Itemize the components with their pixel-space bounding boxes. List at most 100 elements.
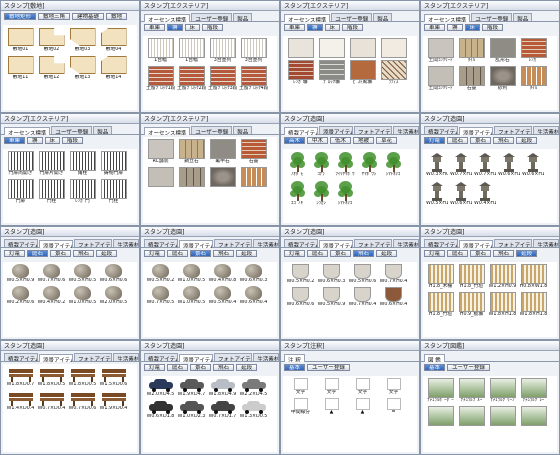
stamp-item[interactable]: 敷地04 xyxy=(99,27,128,53)
stamp-item[interactable]: W1.2×H0.9 xyxy=(488,264,517,290)
tab-1[interactable]: 添景アイテム xyxy=(178,354,213,362)
category-button[interactable]: 床 xyxy=(44,137,61,144)
stamp-item[interactable]: ｼﾗｶｼ xyxy=(310,180,332,207)
tab-2[interactable]: フォトアイテム xyxy=(213,353,253,361)
stamp-item[interactable]: 門扉両開き xyxy=(6,151,35,177)
stamp-item[interactable]: 敷地03 xyxy=(68,27,97,53)
stamp-item[interactable]: 土留ﾌﾞﾛｯｸ2段 xyxy=(177,66,206,92)
stamp-item[interactable] xyxy=(379,38,408,58)
stamp-item[interactable]: W0.5×H0.2 xyxy=(286,264,315,285)
stamp-item[interactable]: W0.7×H1.1 xyxy=(450,151,472,178)
stamp-item[interactable]: 石畳 xyxy=(457,66,486,92)
stamp-item[interactable]: W0.7×H1.2 xyxy=(474,151,496,178)
tab-2[interactable]: フォトアイテム xyxy=(353,239,393,247)
stamp-item[interactable]: W1.8×D0.5 xyxy=(37,366,66,388)
category-button[interactable]: 庭石 xyxy=(27,250,49,257)
category-button[interactable]: 飛石 xyxy=(73,250,95,257)
stamp-item[interactable]: W1.8×D0.7 xyxy=(6,366,35,388)
tab-1[interactable]: 添景アイテム xyxy=(38,354,73,362)
tab-2[interactable]: フォトアイテム xyxy=(213,239,253,247)
stamp-item[interactable]: W0.5×H0.9 xyxy=(317,287,346,308)
stamp-item[interactable]: RC舗装 xyxy=(146,139,175,165)
stamp-item[interactable]: H0.9_板塀 xyxy=(457,292,486,318)
stamp-item[interactable]: 門扉 xyxy=(6,179,35,205)
category-button[interactable]: 景石 xyxy=(330,250,352,257)
stamp-item[interactable]: W0.5×H0.6 xyxy=(348,264,377,285)
tab-1[interactable]: 添景アイテム xyxy=(318,126,353,134)
category-button[interactable]: 灯篭 xyxy=(284,250,306,257)
stamp-item[interactable]: W1.8×H1.8 xyxy=(519,292,548,318)
tab-0[interactable]: 植栽アイテム xyxy=(424,239,458,247)
stamp-item[interactable]: 鋼立石 xyxy=(177,139,206,165)
category-button[interactable]: 灯篭 xyxy=(424,250,446,257)
category-button[interactable]: 景石 xyxy=(190,250,212,257)
stamp-item[interactable]: 文字 xyxy=(348,378,377,396)
stamp-item[interactable]: ﾔﾏﾎﾞｳｼ xyxy=(358,151,380,178)
stamp-item[interactable]: 中間線分 xyxy=(286,398,315,416)
category-button[interactable]: 灯篭 xyxy=(144,364,166,371)
stamp-item[interactable]: 敷地12 xyxy=(37,55,66,81)
stamp-item[interactable]: 3台並列 xyxy=(239,38,268,64)
stamp-item[interactable]: ﾀｲﾙ xyxy=(457,38,486,64)
category-button[interactable]: 飛石 xyxy=(493,137,515,144)
stamp-item[interactable]: 1台幅 xyxy=(177,38,206,64)
stamp-item[interactable]: W0.2×H0.6 xyxy=(6,286,35,306)
stamp-item[interactable]: ﾅﾁｭﾗﾙｸﾞﾘｰﾝ xyxy=(488,378,517,404)
stamp-item[interactable]: 敷地13 xyxy=(68,55,97,81)
category-button[interactable]: 延段 xyxy=(376,250,398,257)
tab-3[interactable]: 生活素材 xyxy=(113,239,139,247)
category-button[interactable]: 階段 xyxy=(202,24,224,31)
tab-0[interactable]: 植栽アイテム xyxy=(284,239,318,247)
stamp-item[interactable]: 鋳物門扉 xyxy=(99,151,128,177)
category-button[interactable]: 飛石 xyxy=(353,250,375,257)
category-button[interactable]: 灯篭 xyxy=(424,137,446,144)
category-button[interactable]: 塀 xyxy=(307,24,323,31)
category-button[interactable]: 景石 xyxy=(470,137,492,144)
stamp-item[interactable]: W0.5×H0.2 xyxy=(146,264,175,284)
stamp-item[interactable] xyxy=(317,38,346,58)
tab-2[interactable]: フォトアイテム xyxy=(493,239,533,247)
stamp-item[interactable]: H1.8_木柵 xyxy=(426,264,455,290)
stamp-item[interactable]: 乱形石 xyxy=(488,38,517,64)
stamp-item[interactable]: 土留ﾌﾞﾛｯｸ4段 xyxy=(239,66,268,92)
category-button[interactable]: 階段 xyxy=(62,137,84,144)
stamp-item[interactable]: W1.9×D0.4 xyxy=(99,390,128,412)
stamp-item[interactable]: W0.7×D0.6 xyxy=(68,390,97,412)
tab-2[interactable]: フォトアイテム xyxy=(73,353,113,361)
stamp-item[interactable]: W0.7×H0.4 xyxy=(379,264,408,285)
stamp-item[interactable]: ﾌｲﾘﾔﾏﾎﾞｳ xyxy=(334,151,356,178)
tab-2[interactable]: 製品 xyxy=(373,13,393,21)
category-button[interactable]: 車庫 xyxy=(4,137,26,144)
stamp-item[interactable]: W0.6×H1.1 xyxy=(450,180,472,207)
category-button[interactable]: 景石 xyxy=(50,250,72,257)
stamp-item[interactable]: 石畳 xyxy=(239,139,268,165)
tab-0[interactable]: 植栽アイテム xyxy=(4,353,38,361)
stamp-item[interactable]: W0.4×H0.8 xyxy=(208,264,237,284)
stamp-item[interactable]: ﾀｲﾙ xyxy=(519,66,548,92)
category-button[interactable]: 延段 xyxy=(516,137,538,144)
stamp-item[interactable]: 文字 xyxy=(286,378,315,396)
category-button[interactable]: 景石 xyxy=(470,250,492,257)
stamp-item[interactable]: H0.8×W1.8 xyxy=(519,264,548,290)
category-button[interactable]: 車庫 xyxy=(424,24,446,31)
category-button[interactable]: 建物基礎 xyxy=(72,13,105,20)
stamp-item[interactable]: 文字 xyxy=(317,378,346,396)
tab-2[interactable]: フォトアイテム xyxy=(493,126,533,134)
category-button[interactable]: 床 xyxy=(324,24,341,31)
category-button[interactable]: 延段 xyxy=(236,364,258,371)
category-button[interactable]: 床 xyxy=(184,24,201,31)
tab-1[interactable]: 添景アイテム xyxy=(458,240,493,248)
stamp-item[interactable]: W0.6×H0.4 xyxy=(379,287,408,308)
stamp-item[interactable]: H1.8_竹垣 xyxy=(426,292,455,318)
stamp-item[interactable]: W0.4×H1.1 xyxy=(474,180,496,207)
stamp-item[interactable]: 亀甲石 xyxy=(208,139,237,165)
category-button[interactable]: 飛石 xyxy=(493,250,515,257)
tab-3[interactable]: 生活素材 xyxy=(253,353,279,361)
stamp-item[interactable] xyxy=(239,167,268,187)
tab-2[interactable]: フォトアイテム xyxy=(73,239,113,247)
stamp-item[interactable] xyxy=(348,38,377,58)
category-button[interactable]: 敷地三角 xyxy=(38,13,71,20)
stamp-item[interactable]: W1.8×D4.9 xyxy=(208,378,237,398)
tab-1[interactable]: 添景アイテム xyxy=(38,240,73,248)
stamp-item[interactable] xyxy=(208,167,237,187)
